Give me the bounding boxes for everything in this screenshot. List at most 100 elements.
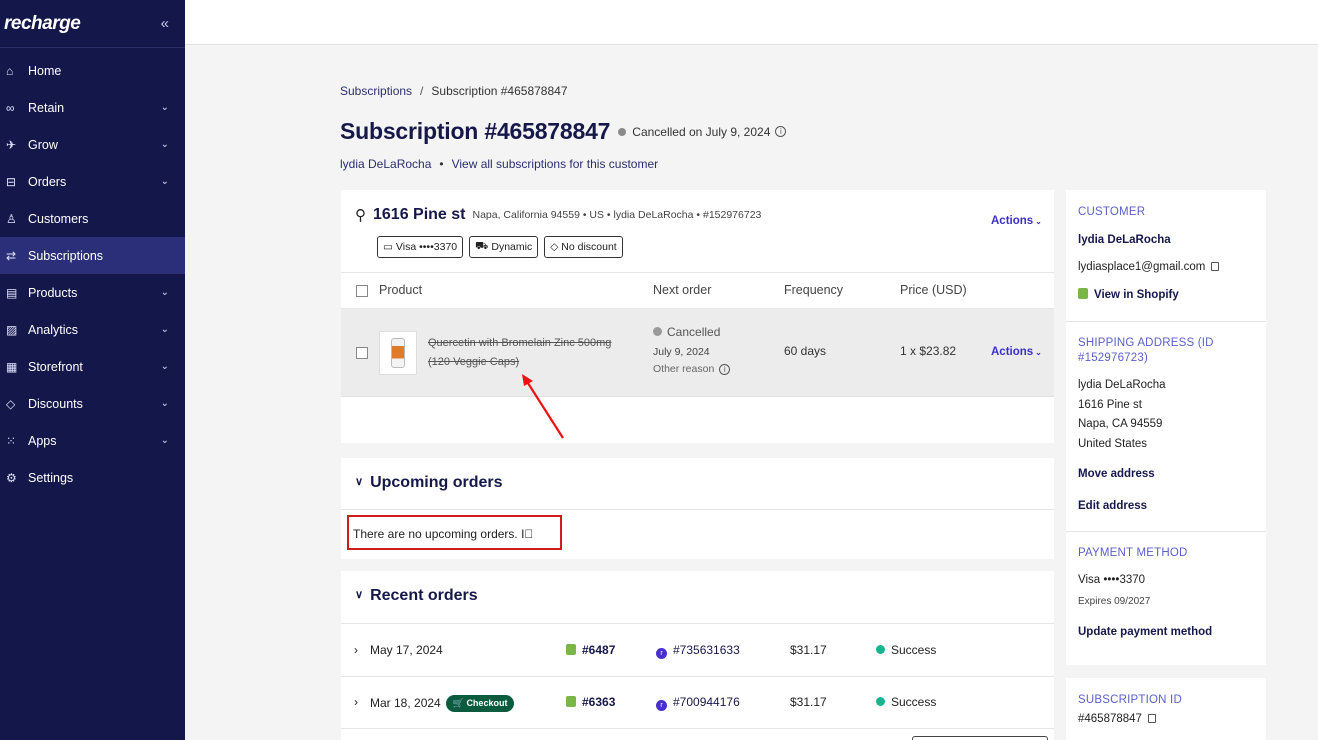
breadcrumb-current: Subscription #465878847 bbox=[431, 84, 568, 98]
column-header-product: Product bbox=[379, 283, 423, 297]
breadcrumb: Subscriptions / Subscription #465878847 bbox=[340, 84, 568, 98]
section-title-recent: Recent orders bbox=[370, 587, 478, 604]
upcoming-orders-toggle[interactable]: ∨ Upcoming orders bbox=[355, 474, 503, 492]
infinity-icon: ∞ bbox=[6, 100, 15, 115]
sidebar-item-label: Storefront bbox=[28, 359, 83, 374]
edit-address-link[interactable]: Edit address bbox=[1078, 500, 1147, 512]
product-actions-button[interactable]: Actions ⌄ bbox=[991, 346, 1042, 358]
shipping-line: United States bbox=[1078, 438, 1148, 450]
details-panel: CUSTOMER lydia DeLaRocha lydiasplace1@gm… bbox=[1066, 190, 1266, 665]
sidebar-item-retain[interactable]: ∞ Retain ⌄ bbox=[0, 89, 185, 126]
box-icon: ▤ bbox=[6, 285, 18, 300]
store-icon: ▦ bbox=[6, 359, 18, 374]
shipping-line: Napa, CA 94559 bbox=[1078, 418, 1163, 430]
info-icon[interactable]: i bbox=[719, 364, 731, 375]
move-address-link[interactable]: Move address bbox=[1078, 468, 1155, 480]
credit-card-icon: ▭ bbox=[383, 241, 393, 253]
recharge-charge[interactable]: r #700944176 bbox=[656, 695, 740, 711]
annotation-arrow bbox=[522, 374, 564, 439]
arrow-shaft bbox=[525, 379, 564, 439]
chevron-down-icon: ⌄ bbox=[160, 324, 169, 335]
charge-number: #700944176 bbox=[673, 695, 740, 709]
copy-icon[interactable] bbox=[1147, 714, 1156, 723]
address-street: 1616 Pine st bbox=[373, 206, 466, 223]
select-all-checkbox[interactable] bbox=[356, 285, 368, 297]
chevron-down-icon: ⌄ bbox=[160, 398, 169, 409]
sidebar-item-label: Discounts bbox=[28, 396, 83, 411]
frequency-value: 60 days bbox=[784, 344, 827, 358]
discount-chip[interactable]: ◇ No discount bbox=[544, 236, 623, 258]
success-dot bbox=[876, 697, 885, 706]
delivery-chip[interactable]: ⛟ Dynamic bbox=[469, 236, 539, 258]
actions-label: Actions bbox=[991, 346, 1034, 358]
view-all-subscriptions-link[interactable]: View all subscriptions for this customer bbox=[452, 157, 659, 171]
customer-name[interactable]: lydia DeLaRocha bbox=[1078, 234, 1171, 246]
customer-name-link[interactable]: lydia DeLaRocha bbox=[340, 157, 431, 171]
sidebar-item-label: Products bbox=[28, 285, 78, 300]
order-date-cell: Mar 18, 2024 🛒 Checkout bbox=[370, 695, 515, 712]
shopify-order-number: #6363 bbox=[582, 695, 616, 709]
breadcrumb-subscriptions-link[interactable]: Subscriptions bbox=[340, 84, 412, 98]
sidebar-item-settings[interactable]: ⚙ Settings bbox=[0, 459, 185, 496]
sidebar-item-products[interactable]: ▤ Products ⌄ bbox=[0, 274, 185, 311]
update-payment-method-link[interactable]: Update payment method bbox=[1078, 626, 1212, 638]
recharge-icon: r bbox=[656, 700, 667, 711]
view-in-shopify-link[interactable]: View in Shopify bbox=[1078, 288, 1179, 301]
price-value: 1 x $23.82 bbox=[900, 344, 957, 358]
payment-chip[interactable]: ▭ Visa ••••3370 bbox=[377, 236, 464, 258]
sidebar-item-analytics[interactable]: ▨ Analytics ⌄ bbox=[0, 311, 185, 348]
shopify-icon bbox=[1078, 288, 1088, 299]
sidebar-item-grow[interactable]: ✈ Grow ⌄ bbox=[0, 126, 185, 163]
chip-label: Dynamic bbox=[491, 241, 533, 253]
sidebar-item-subscriptions[interactable]: ⇄ Subscriptions bbox=[0, 237, 185, 274]
subscription-id-value: #465878847 bbox=[1078, 713, 1156, 725]
sidebar-item-home[interactable]: ⌂ Home bbox=[0, 52, 185, 89]
sidebar-item-customers[interactable]: ♙ Customers bbox=[0, 200, 185, 237]
payment-method-label: PAYMENT METHOD bbox=[1078, 547, 1188, 559]
checkout-badge-label: Checkout bbox=[466, 698, 508, 708]
order-date: May 17, 2024 bbox=[370, 643, 443, 657]
load-more-button[interactable] bbox=[912, 736, 1048, 740]
sidebar-item-label: Customers bbox=[28, 211, 89, 226]
recharge-icon: r bbox=[656, 648, 667, 659]
chevron-down-icon: ⌄ bbox=[160, 102, 169, 113]
subscription-status: Cancelled on July 9, 2024 bbox=[632, 124, 771, 139]
expand-chevron-icon[interactable]: › bbox=[354, 643, 358, 657]
address-row: ⚲ 1616 Pine st Napa, California 94559 • … bbox=[355, 206, 761, 224]
sidebar-item-orders[interactable]: ⊟ Orders ⌄ bbox=[0, 163, 185, 200]
row-checkbox[interactable] bbox=[356, 347, 368, 359]
subscription-id-text: #465878847 bbox=[1078, 713, 1142, 725]
sidebar-item-apps[interactable]: ⁙ Apps ⌄ bbox=[0, 422, 185, 459]
collapse-sidebar-icon[interactable]: « bbox=[161, 15, 169, 32]
order-status-label: Success bbox=[891, 695, 937, 709]
status-dot bbox=[618, 127, 627, 136]
bottle-image bbox=[391, 338, 405, 368]
order-amount: $31.17 bbox=[790, 643, 827, 657]
success-dot bbox=[876, 645, 885, 654]
charge-number: #735631633 bbox=[673, 643, 740, 657]
address-meta: Napa, California 94559 • US • lydia DeLa… bbox=[472, 209, 762, 221]
chip-label: No discount bbox=[561, 241, 617, 253]
order-date: Mar 18, 2024 bbox=[370, 696, 441, 710]
info-icon[interactable]: i bbox=[775, 126, 787, 137]
address-actions-button[interactable]: Actions ⌄ bbox=[991, 215, 1042, 227]
grid-icon: ⁙ bbox=[6, 433, 17, 448]
sidebar-item-storefront[interactable]: ▦ Storefront ⌄ bbox=[0, 348, 185, 385]
order-row[interactable]: › Mar 18, 2024 🛒 Checkout #6363 r #7009441… bbox=[341, 676, 1054, 728]
shopify-order[interactable]: #6363 bbox=[566, 695, 615, 709]
gear-icon: ⚙ bbox=[6, 470, 17, 485]
subscription-chips: ▭ Visa ••••3370 ⛟ Dynamic ◇ No discount bbox=[377, 236, 623, 258]
chevron-down-icon: ⌄ bbox=[160, 287, 169, 298]
recharge-charge[interactable]: r #735631633 bbox=[656, 643, 740, 659]
order-status: Success bbox=[876, 643, 936, 657]
title-row: Subscription #465878847 Cancelled on Jul… bbox=[340, 118, 787, 145]
copy-icon[interactable] bbox=[1211, 262, 1220, 271]
sidebar-item-discounts[interactable]: ◇ Discounts ⌄ bbox=[0, 385, 185, 422]
payment-expires: Expires 09/2027 bbox=[1078, 596, 1151, 607]
shipping-line: lydia DeLaRocha bbox=[1078, 379, 1166, 391]
order-row[interactable]: › May 17, 2024 #6487 r #735631633 $31.17 … bbox=[341, 624, 1054, 676]
shopify-order[interactable]: #6487 bbox=[566, 643, 615, 657]
recent-orders-toggle[interactable]: ∨ Recent orders bbox=[355, 587, 478, 605]
expand-chevron-icon[interactable]: › bbox=[354, 695, 358, 709]
cancel-reason-label: Other reason bbox=[653, 363, 715, 375]
